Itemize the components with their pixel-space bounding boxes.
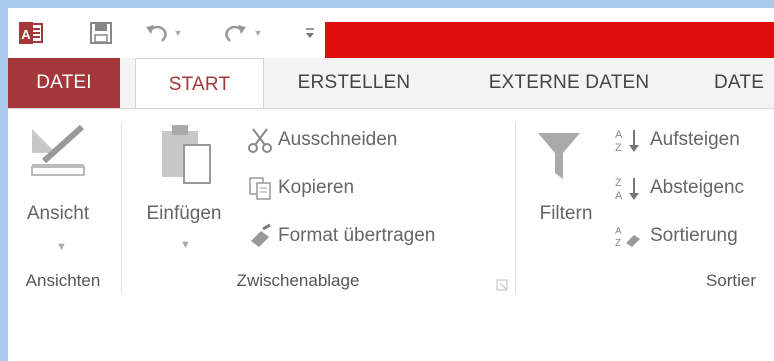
quick-access-toolbar: A ▼ ▼: [8, 8, 774, 62]
clear-sort-icon: A Z: [610, 223, 646, 249]
group-label-zwischenablage: Zwischenablage: [236, 271, 360, 290]
copy-button[interactable]: Kopieren: [246, 175, 354, 201]
copy-label: Kopieren: [278, 177, 355, 198]
access-icon[interactable]: A: [16, 18, 46, 48]
tab-externe-daten[interactable]: EXTERNE DATEN: [474, 58, 664, 108]
tab-datei[interactable]: DATEI: [8, 58, 120, 108]
svg-text:A: A: [615, 129, 623, 141]
group-separator: [515, 123, 516, 293]
ansicht-button[interactable]: Ansicht: [16, 203, 100, 225]
access-logo-letter: A: [21, 27, 31, 42]
undo-dropdown-icon[interactable]: ▼: [172, 18, 184, 48]
format-painter-icon: [246, 223, 274, 249]
svg-text:Z: Z: [615, 177, 622, 189]
filter-icon[interactable]: [536, 129, 586, 185]
paste-dropdown-icon[interactable]: ▼: [180, 239, 191, 251]
paste-button[interactable]: Einfügen: [134, 203, 234, 225]
window-frame-left: [0, 0, 8, 361]
scissors-icon: [246, 127, 274, 153]
group-label-sortieren: Sortier: [705, 271, 757, 290]
svg-text:A: A: [615, 226, 622, 237]
customize-qat-icon[interactable]: [302, 18, 318, 48]
tab-start[interactable]: START: [135, 58, 264, 110]
format-painter-button[interactable]: Format übertragen: [246, 223, 435, 249]
ribbon-body: Ansicht ▼ Ansichten Einfügen ▼ Ausschnei…: [8, 108, 774, 304]
cut-label: Ausschneiden: [278, 129, 398, 150]
undo-icon[interactable]: [142, 18, 172, 48]
sort-descending-button[interactable]: Z A Absteigenc: [610, 175, 744, 201]
sort-descending-label: Absteigenc: [650, 177, 745, 198]
svg-text:A: A: [615, 190, 623, 201]
ansicht-dropdown-icon[interactable]: ▼: [56, 241, 67, 253]
filter-button[interactable]: Filtern: [526, 203, 606, 225]
cut-button[interactable]: Ausschneiden: [246, 127, 397, 153]
design-view-icon[interactable]: [26, 123, 96, 183]
paste-icon[interactable]: [154, 123, 224, 185]
sort-ascending-button[interactable]: A Z Aufsteigen: [610, 127, 740, 153]
clear-sort-button[interactable]: A Z Sortierung: [610, 223, 738, 249]
clear-sort-label: Sortierung: [650, 225, 738, 246]
sort-descending-icon: Z A: [610, 175, 646, 201]
window-frame-top: [0, 0, 774, 8]
group-label-ansichten: Ansichten: [25, 271, 101, 290]
format-label: Format übertragen: [278, 225, 436, 246]
sort-ascending-icon: A Z: [610, 127, 646, 153]
tab-erstellen[interactable]: ERSTELLEN: [289, 58, 419, 108]
copy-icon: [246, 175, 274, 201]
sort-ascending-label: Aufsteigen: [650, 129, 740, 150]
tab-datenbanktools[interactable]: DATE: [714, 58, 774, 108]
ribbon-tabs: DATEI START ERSTELLEN EXTERNE DATEN DATE: [8, 58, 774, 110]
svg-text:Z: Z: [615, 142, 622, 153]
svg-text:Z: Z: [615, 238, 621, 249]
group-separator: [121, 123, 122, 293]
redo-dropdown-icon[interactable]: ▼: [252, 18, 264, 48]
save-icon[interactable]: [86, 18, 116, 48]
clipboard-launcher-icon[interactable]: [496, 278, 508, 296]
title-bar-redaction: [325, 22, 774, 62]
redo-icon[interactable]: [220, 18, 250, 48]
workspace-area: [8, 303, 774, 361]
